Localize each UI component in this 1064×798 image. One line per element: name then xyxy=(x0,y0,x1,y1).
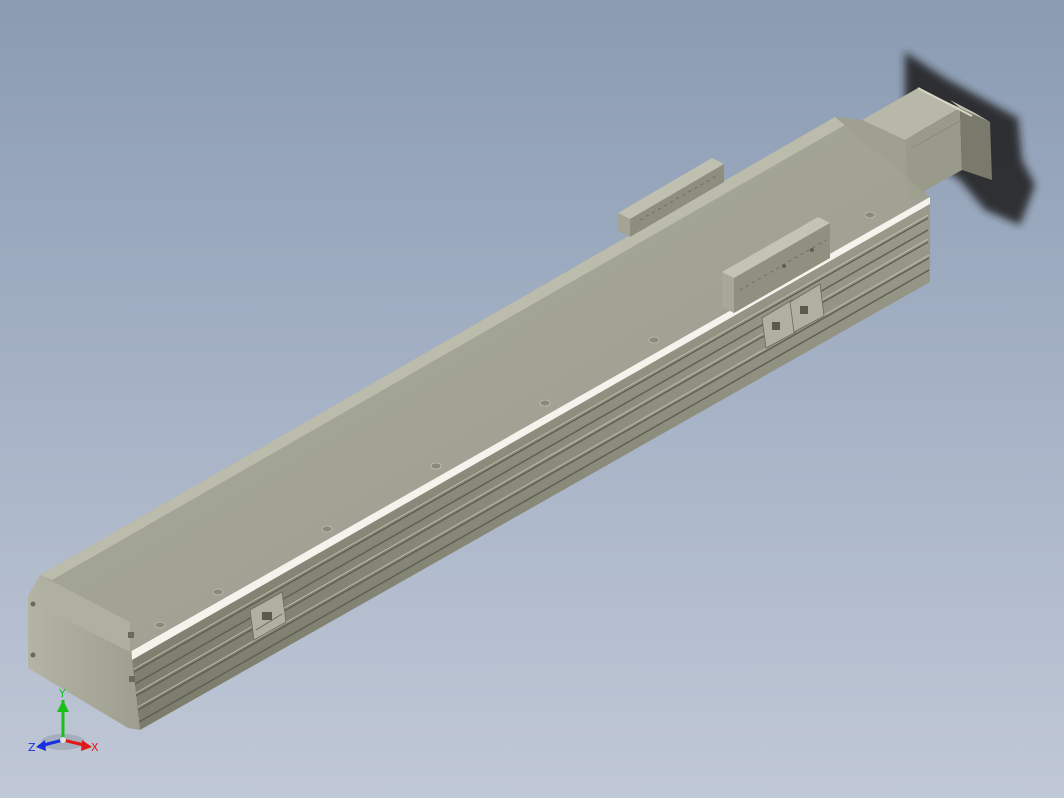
y-axis-label: Y xyxy=(58,687,66,700)
actuator-top-face xyxy=(40,117,930,652)
x-axis-label: X xyxy=(91,741,99,754)
triad-origin xyxy=(60,737,66,743)
z-axis-label: Z xyxy=(28,741,36,754)
y-axis-arrow xyxy=(57,700,69,712)
actuator-model[interactable] xyxy=(28,52,1035,730)
z-axis-arrow xyxy=(36,740,46,751)
cad-3d-viewport[interactable]: X Y Z xyxy=(0,0,1064,798)
